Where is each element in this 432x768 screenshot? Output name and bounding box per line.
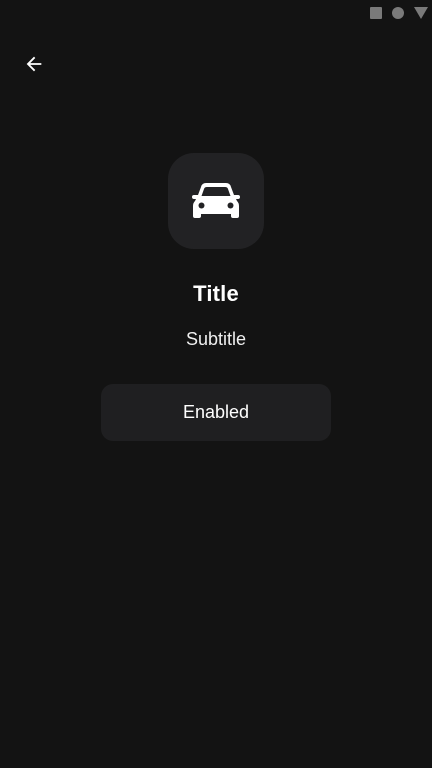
enabled-button[interactable]: Enabled <box>101 384 331 441</box>
app-screen: Title Subtitle Enabled <box>0 0 432 768</box>
arrow-back-icon <box>26 56 42 72</box>
page-subtitle: Subtitle <box>185 329 247 349</box>
status-bar <box>0 0 432 28</box>
car-icon-tile <box>168 153 264 249</box>
page-title: Title <box>193 281 239 306</box>
stop-square-icon <box>370 7 382 19</box>
triangle-down-icon <box>414 7 428 19</box>
car-icon <box>192 183 240 218</box>
enabled-button-label: Enabled <box>182 402 250 422</box>
back-button[interactable] <box>18 48 50 80</box>
status-icons <box>370 7 428 19</box>
circle-icon <box>392 7 404 19</box>
